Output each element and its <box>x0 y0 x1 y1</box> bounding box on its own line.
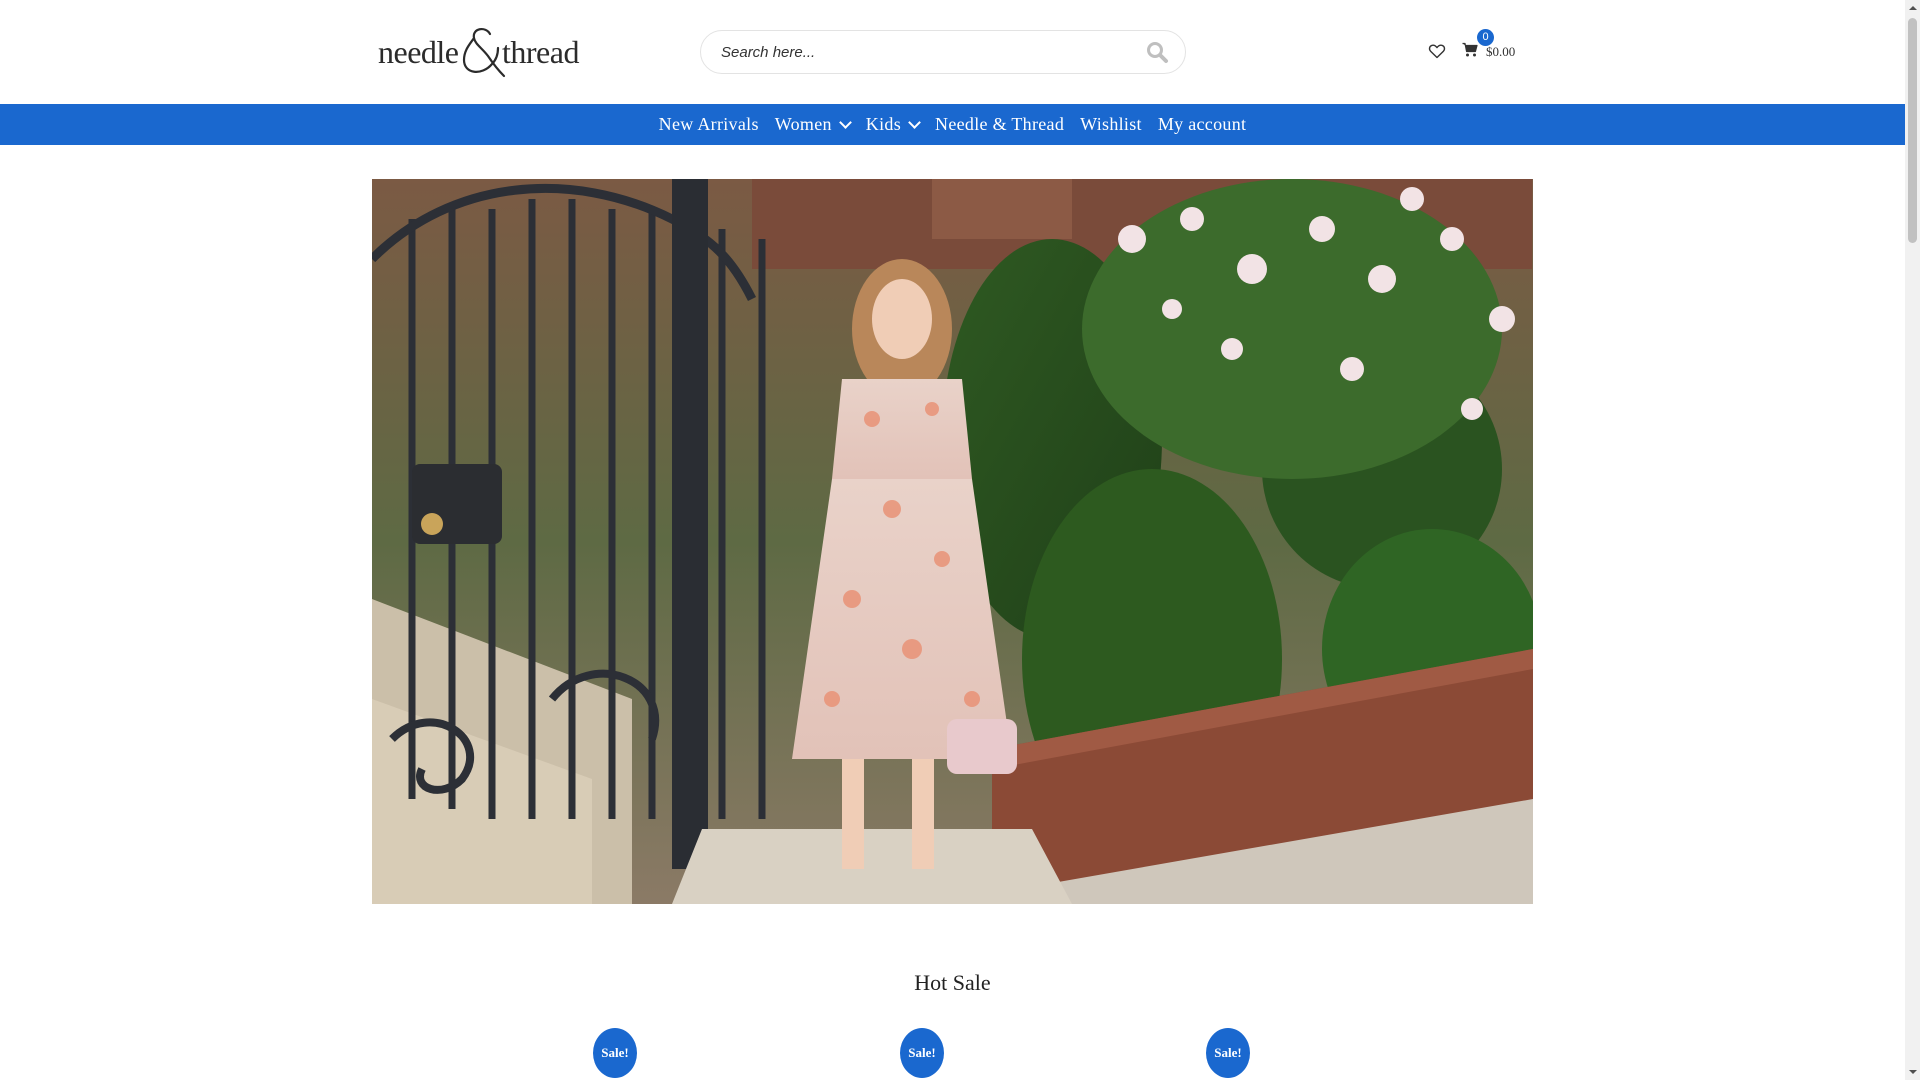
search-input[interactable] <box>721 31 1121 73</box>
search-bar <box>700 30 1186 74</box>
nav-item-new-arrivals[interactable]: New Arrivals <box>651 114 767 135</box>
sale-badge: Sale! <box>1206 1028 1250 1078</box>
nav-label: Wishlist <box>1080 114 1142 134</box>
hot-sale-heading: Hot Sale <box>914 970 991 995</box>
nav-label: New Arrivals <box>658 114 759 134</box>
nav-label: Kids <box>865 114 902 134</box>
site-header: needle thread 0 $0.00 <box>0 0 1905 104</box>
sale-badge: Sale! <box>593 1028 637 1078</box>
cart-total[interactable]: $0.00 <box>1486 44 1515 60</box>
nav-item-women[interactable]: Women <box>767 114 858 135</box>
hero-banner-image[interactable] <box>372 179 1533 904</box>
main-navigation: New Arrivals Women Kids Needle & Thread … <box>0 104 1905 145</box>
wishlist-heart-icon[interactable] <box>1428 42 1446 60</box>
search-icon[interactable] <box>1145 40 1171 66</box>
sale-badge: Sale! <box>900 1028 944 1078</box>
nav-label: Needle & Thread <box>935 114 1065 134</box>
site-logo[interactable]: needle thread <box>378 26 580 78</box>
logo-word-thread: thread <box>502 34 579 70</box>
ampersand-logo-mark <box>462 28 506 78</box>
nav-item-needle-thread[interactable]: Needle & Thread <box>927 114 1072 135</box>
nav-item-kids[interactable]: Kids <box>858 114 927 135</box>
chevron-down-icon <box>908 116 921 129</box>
scroll-up-arrow-icon[interactable] <box>1905 0 1920 15</box>
nav-item-my-account[interactable]: My account <box>1150 114 1254 135</box>
page-scrollbar[interactable] <box>1905 0 1920 1080</box>
nav-item-wishlist[interactable]: Wishlist <box>1072 114 1150 135</box>
shopping-cart-icon[interactable] <box>1462 42 1478 58</box>
scroll-down-arrow-icon[interactable] <box>1905 1065 1920 1080</box>
nav-label: Women <box>774 114 832 134</box>
chevron-down-icon <box>838 116 852 129</box>
nav-label: My account <box>1157 114 1247 134</box>
logo-word-needle: needle <box>378 34 459 70</box>
scrollbar-thumb[interactable] <box>1908 18 1917 243</box>
